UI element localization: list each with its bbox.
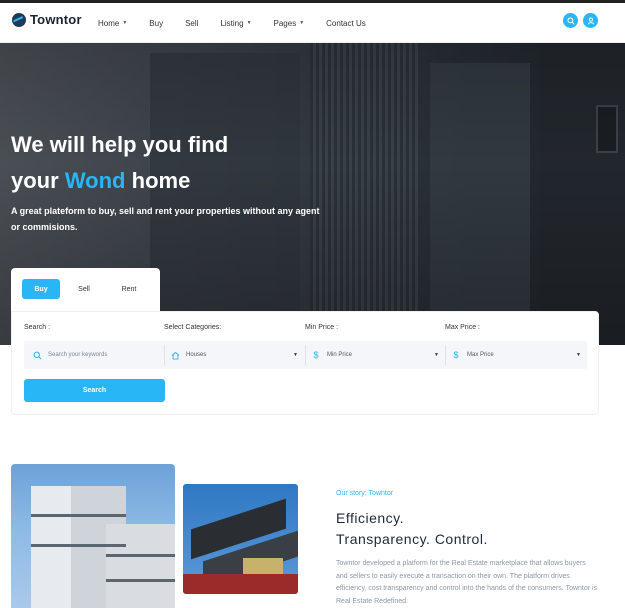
logo-text: Towntor (30, 12, 82, 27)
image-shape (31, 514, 126, 517)
hero-subtitle: A great plateform to buy, sell and rent … (11, 206, 320, 232)
divider (164, 345, 165, 365)
dollar-icon: $ (313, 350, 319, 360)
min-price-select[interactable]: $ Min Price ▼ (311, 341, 445, 369)
image-shape (106, 579, 175, 582)
story-image-building (11, 464, 175, 608)
dollar-icon: $ (453, 350, 459, 360)
hero-title-line1: We will help you find (11, 132, 229, 157)
user-button[interactable] (583, 13, 598, 28)
story-image-modern-house (183, 484, 298, 594)
logo-icon (12, 12, 26, 27)
chevron-down-icon: ▼ (122, 20, 128, 26)
search-placeholder: Search your keywords (48, 352, 108, 358)
nav-label: Sell (185, 18, 199, 28)
nav-item-listing[interactable]: Listing ▼ (220, 19, 251, 28)
nav-item-pages[interactable]: Pages ▼ (274, 19, 305, 28)
nav-label: Listing (220, 18, 244, 28)
main-nav: Home ▼ Buy Sell Listing ▼ Pages ▼ Contact U… (98, 3, 388, 43)
user-icon (587, 17, 594, 25)
nav-label: Pages (273, 18, 297, 28)
min-price-value: Min Price (327, 352, 353, 358)
tab-buy[interactable]: Buy (22, 279, 60, 299)
image-shape (106, 524, 175, 608)
story-title-line2: Transparency. Control. (336, 531, 488, 547)
story-title: Efficiency. Transparency. Control. (336, 508, 488, 550)
search-card: Search : Select Categories: Min Price : … (11, 311, 599, 415)
max-price-select[interactable]: $ Max Price ▼ (451, 341, 587, 369)
divider (445, 345, 446, 365)
story-text: Towntor developed a platform for the Rea… (336, 560, 598, 605)
nav-label: Home (98, 18, 120, 28)
hero-title-post: home (131, 168, 191, 193)
search-fields: Search your keywords Houses ▼ $ Min Pric… (24, 341, 587, 369)
divider (305, 345, 306, 365)
chevron-down-icon: ▼ (299, 20, 305, 26)
nav-item-home[interactable]: Home ▼ (98, 19, 127, 28)
home-icon (170, 350, 180, 360)
logo[interactable]: Towntor (12, 12, 82, 27)
tab-rent[interactable]: Rent (112, 279, 146, 299)
nav-item-buy[interactable]: Buy (149, 19, 163, 28)
chevron-down-icon: ▼ (293, 352, 298, 358)
nav-item-sell[interactable]: Sell (185, 19, 198, 28)
category-label: Select Categories: (164, 324, 222, 331)
chevron-down-icon: ▼ (246, 20, 252, 26)
search-icon (566, 16, 575, 25)
search-input[interactable]: Search your keywords (32, 341, 162, 369)
image-shape (183, 574, 298, 594)
image-shape (31, 544, 126, 547)
story-title-line1: Efficiency. (336, 510, 405, 526)
image-shape (106, 554, 175, 557)
search-icon (32, 350, 42, 360)
search-tabs: Buy Sell Rent (11, 268, 160, 312)
category-select[interactable]: Houses ▼ (170, 341, 304, 369)
hero-title: We will help you find your Wond home (11, 127, 331, 199)
max-price-label: Max Price : (445, 324, 481, 331)
hero-title-pre: your (11, 168, 59, 193)
image-shape (243, 558, 283, 574)
category-value: Houses (186, 352, 207, 358)
min-price-label: Min Price : (305, 324, 339, 331)
story-kicker: Our story: Towntor (336, 490, 394, 497)
chevron-down-icon: ▼ (576, 352, 581, 358)
search-label: Search : (24, 324, 51, 331)
chevron-down-icon: ▼ (434, 352, 439, 358)
search-button[interactable]: Search (24, 379, 165, 402)
max-price-value: Max Price (467, 352, 494, 358)
nav-label: Buy (149, 18, 164, 28)
site-header: Towntor Home ▼ Buy Sell Listing ▼ Pages ▼ C… (0, 3, 625, 43)
tab-sell[interactable]: Sell (68, 279, 100, 299)
nav-item-contact[interactable]: Contact Us (326, 19, 366, 28)
search-button[interactable] (563, 13, 578, 28)
nav-label: Contact Us (326, 18, 366, 28)
hero-title-accent: Wond (64, 168, 126, 193)
